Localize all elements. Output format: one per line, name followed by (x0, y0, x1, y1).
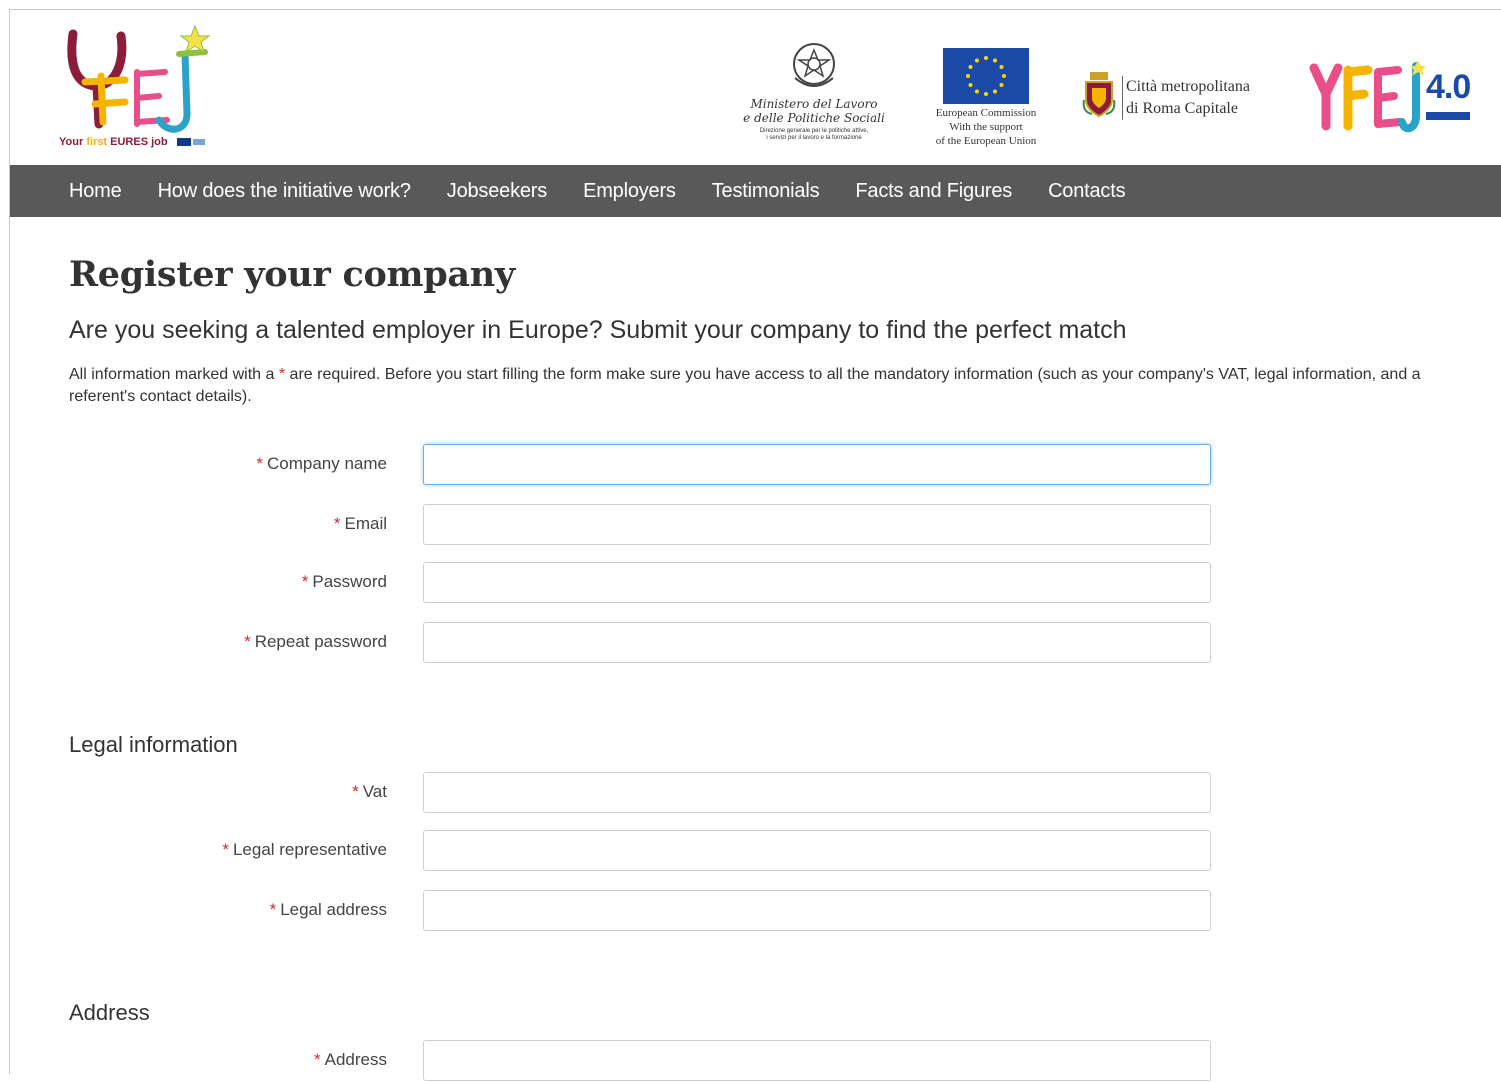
vat-label: * Vat (352, 782, 387, 802)
roma-text: Città metropolitana di Roma Capitale (1122, 76, 1250, 120)
company-name-label: * Company name (256, 454, 387, 474)
european-commission-logo[interactable]: European Commission With the support of … (916, 48, 1056, 148)
italian-emblem-icon (793, 43, 835, 87)
roma-line1: Città metropolitana (1126, 78, 1250, 95)
required-star: * (222, 840, 229, 859)
nav-item-testimonials[interactable]: Testimonials (712, 180, 820, 203)
email-input[interactable] (423, 504, 1211, 545)
required-star: * (269, 900, 277, 919)
repeat-password-label: * Repeat password (244, 632, 387, 652)
vat-input[interactable] (423, 772, 1211, 813)
required-star: * (244, 632, 251, 651)
roma-capitale-logo[interactable]: Città metropolitana di Roma Capitale (1082, 70, 1282, 125)
password-label-text: Password (312, 572, 387, 591)
partner-mini-icon (192, 139, 205, 146)
tagline-first: first (86, 136, 108, 148)
legal-representative-input[interactable] (423, 830, 1211, 871)
address-label: * Address (314, 1050, 387, 1070)
company-name-label-text: Company name (266, 454, 387, 473)
address-label-text: Address (324, 1050, 387, 1069)
repeat-password-input[interactable] (423, 622, 1211, 663)
nav-item-how-it-works[interactable]: How does the initiative work? (158, 180, 411, 203)
page-subtitle: Are you seeking a talented employer in E… (69, 316, 1127, 344)
nav-item-contacts[interactable]: Contacts (1048, 180, 1126, 203)
repeat-password-label-text: Repeat password (254, 632, 387, 651)
eu-stars-icon (966, 56, 1006, 96)
yfej40-version: 4.0 (1426, 68, 1471, 106)
required-star: * (333, 514, 341, 533)
legal-representative-label: * Legal representative (222, 840, 387, 860)
ec-line1: European Commission (935, 107, 1037, 119)
yfej-logo[interactable] (55, 24, 215, 154)
legal-information-heading: Legal information (69, 732, 238, 757)
password-label: * Password (302, 572, 387, 592)
ministero-line1: Ministero del Lavoro (750, 97, 878, 111)
legal-representative-label-text: Legal representative (232, 840, 387, 859)
ministero-small1: Direzione generale per le politiche atti… (759, 128, 869, 134)
field-row-legal-address: * Legal address (69, 890, 1211, 932)
eu-flag-mini-icon (176, 138, 191, 147)
yfej40-letters-graphic (1309, 60, 1426, 133)
site-header: Your first EURES job Ministero del Lavor… (10, 10, 1501, 165)
vat-label-text: Vat (362, 782, 387, 801)
main-nav: Home How does the initiative work? Jobse… (10, 165, 1501, 217)
password-input[interactable] (423, 562, 1211, 603)
address-input[interactable] (423, 1040, 1211, 1081)
eu-flag-icon (943, 48, 1029, 104)
ministero-line2: e delle Politiche Sociali (743, 111, 885, 125)
field-row-email: * Email (69, 504, 1211, 546)
required-star: * (314, 1050, 321, 1069)
yfej40-logo[interactable]: 4.0 (1308, 60, 1478, 140)
nav-item-facts-and-figures[interactable]: Facts and Figures (855, 180, 1012, 203)
field-row-password: * Password (69, 562, 1211, 604)
required-star: * (352, 782, 359, 801)
yfej40-stars-bar-icon (1426, 112, 1470, 120)
email-label: * Email (334, 514, 387, 534)
yfej-logo-graphic (67, 24, 211, 133)
field-row-repeat-password: * Repeat password (69, 622, 1211, 664)
ec-line3: of the European Union (935, 135, 1037, 147)
ministero-small2: i servizi per il lavoro e la formazione (766, 135, 862, 141)
address-heading: Address (69, 1000, 150, 1025)
legal-address-input[interactable] (423, 890, 1211, 931)
required-note: All information marked with a * are requ… (69, 364, 1429, 408)
nav-item-jobseekers[interactable]: Jobseekers (447, 180, 547, 203)
roma-line2: di Roma Capitale (1126, 100, 1238, 117)
company-name-input[interactable] (423, 444, 1211, 485)
required-star: * (256, 454, 263, 473)
nav-item-home[interactable]: Home (69, 180, 122, 203)
note-before: All information marked with a (69, 366, 279, 383)
yfej-tagline: Your first EURES job (59, 136, 205, 148)
ec-line2: With the support (949, 121, 1023, 133)
nav-item-employers[interactable]: Employers (583, 180, 676, 203)
email-label-text: Email (344, 514, 387, 533)
legal-address-label-text: Legal address (280, 900, 387, 919)
field-row-vat: * Vat (69, 772, 1211, 814)
tagline-your: Your (59, 136, 84, 148)
tagline-eures-job: EURES job (110, 136, 168, 148)
required-star: * (301, 572, 309, 591)
roma-crest-icon (1082, 72, 1116, 118)
page-title: Register your company (69, 254, 515, 295)
legal-address-label: * Legal address (270, 900, 387, 920)
field-row-company-name: * Company name (69, 444, 1211, 486)
field-row-address: * Address (69, 1040, 1211, 1082)
field-row-legal-representative: * Legal representative (69, 830, 1211, 872)
ministero-logo[interactable]: Ministero del Lavoro e delle Politiche S… (738, 38, 890, 158)
